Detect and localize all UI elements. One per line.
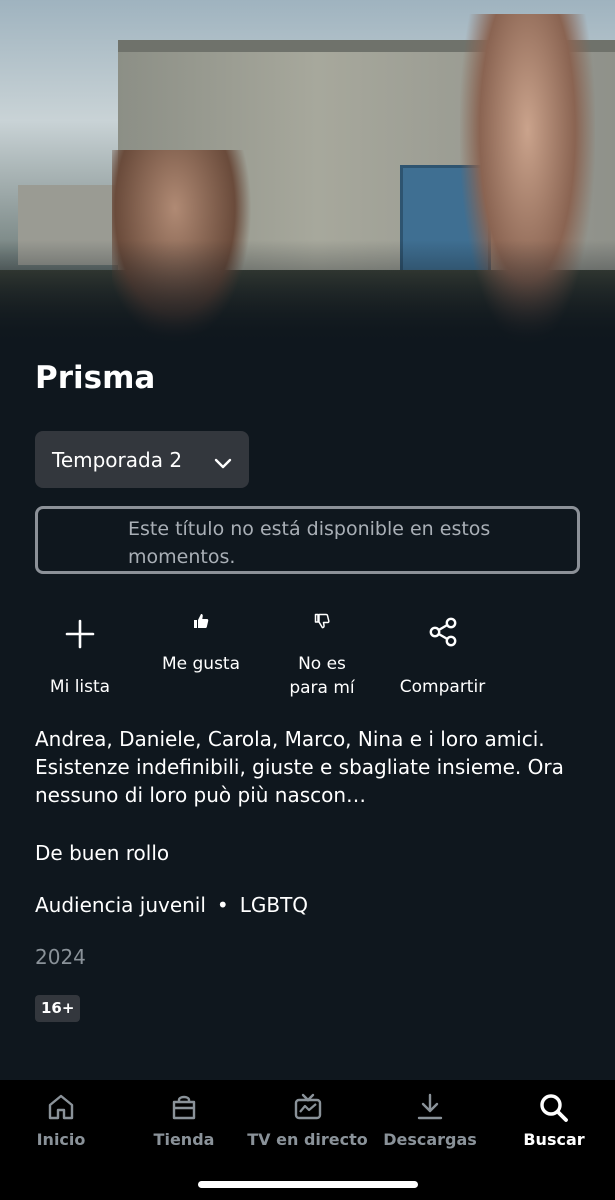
- plus-icon: [64, 618, 96, 657]
- download-icon: [415, 1092, 445, 1126]
- search-icon: [538, 1092, 570, 1128]
- hero-image: [0, 0, 615, 345]
- add-to-list-label: Mi lista: [49, 677, 111, 697]
- nav-label: Buscar: [523, 1130, 585, 1149]
- live-tv-icon: [293, 1092, 323, 1126]
- nav-item-buscar[interactable]: Buscar: [508, 1080, 600, 1160]
- unavailable-notice: Este título no está disponible en estos …: [35, 506, 580, 574]
- share-icon: [427, 616, 459, 655]
- home-icon: [46, 1092, 76, 1126]
- genre-tag[interactable]: LGBTQ: [240, 893, 308, 917]
- dislike-label-line1: No es: [298, 654, 346, 674]
- thumbs-down-icon: [314, 612, 330, 636]
- genre-tag[interactable]: Audiencia juvenil: [35, 893, 206, 917]
- mood-tag: De buen rollo: [35, 841, 170, 865]
- nav-label: Inicio: [36, 1130, 86, 1149]
- nav-label: TV en directo: [247, 1130, 368, 1149]
- nav-label: Descargas: [383, 1130, 477, 1149]
- dislike-button[interactable]: No es para mí: [270, 608, 374, 702]
- nav-item-descargas[interactable]: Descargas: [383, 1080, 477, 1160]
- genre-tags: Audiencia juvenil • LGBTQ: [35, 893, 308, 917]
- like-button[interactable]: Me gusta: [148, 608, 254, 678]
- add-to-list-button[interactable]: Mi lista: [35, 612, 125, 702]
- age-rating-badge: 16+: [35, 995, 81, 1022]
- nav-item-inicio[interactable]: Inicio: [15, 1080, 107, 1160]
- thumbs-up-icon: [193, 612, 209, 636]
- release-year: 2024: [35, 945, 86, 969]
- dislike-label-line2: para mí: [289, 678, 355, 698]
- tag-separator: •: [216, 893, 229, 917]
- nav-item-tv-en-directo[interactable]: TV en directo: [247, 1080, 368, 1160]
- nav-item-tienda[interactable]: Tienda: [138, 1080, 230, 1160]
- share-label: Compartir: [399, 677, 486, 697]
- show-title: Prisma: [35, 360, 156, 396]
- share-button[interactable]: Compartir: [385, 612, 500, 702]
- season-selector[interactable]: Temporada 2: [35, 431, 249, 488]
- chevron-down-icon: [214, 451, 232, 475]
- shopping-bag-icon: [169, 1092, 199, 1126]
- description[interactable]: Andrea, Daniele, Carola, Marco, Nina e i…: [35, 725, 595, 809]
- season-label: Temporada 2: [52, 447, 183, 472]
- nav-label: Tienda: [153, 1130, 215, 1149]
- home-indicator[interactable]: [198, 1181, 418, 1188]
- like-label: Me gusta: [161, 654, 241, 674]
